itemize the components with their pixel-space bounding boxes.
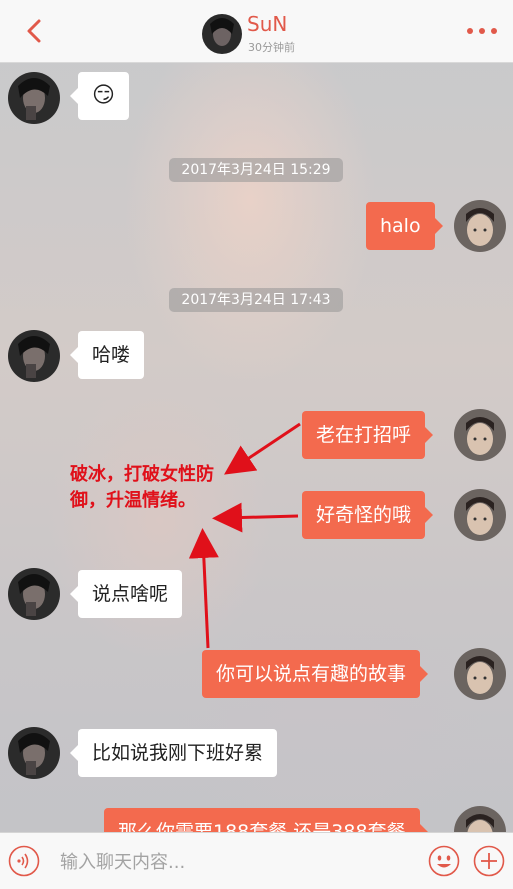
- contact-avatar[interactable]: [8, 727, 60, 779]
- message-bubble-outgoing[interactable]: 你可以说点有趣的故事: [202, 650, 429, 698]
- message-bubble-outgoing[interactable]: 老在打招呼: [302, 411, 434, 459]
- chat-input[interactable]: [58, 845, 422, 879]
- message-bubble-outgoing[interactable]: 好奇怪的哦: [302, 491, 434, 539]
- contact-avatar[interactable]: [8, 72, 60, 124]
- contact-avatar[interactable]: [202, 14, 242, 54]
- message-bubble-outgoing[interactable]: halo: [366, 202, 443, 250]
- message-bubble-incoming[interactable]: 说点啥呢: [69, 570, 183, 618]
- user-avatar[interactable]: [454, 489, 506, 541]
- message-bubble-incoming[interactable]: 哈喽: [69, 331, 145, 379]
- timestamp: 2017年3月24日 15:29: [169, 158, 343, 182]
- timestamp: 2017年3月24日 17:43: [169, 288, 343, 312]
- message-bubble-incoming[interactable]: 😏: [70, 72, 129, 120]
- message-bubble-incoming[interactable]: 比如说我刚下班好累: [69, 729, 278, 777]
- user-avatar[interactable]: [454, 648, 506, 700]
- user-avatar[interactable]: [454, 200, 506, 252]
- plus-icon[interactable]: [473, 845, 505, 877]
- more-dots-icon[interactable]: [465, 25, 499, 37]
- contact-avatar[interactable]: [8, 330, 60, 382]
- red-annotation-text: 破冰，打破女性防御，升温情绪。: [70, 464, 214, 511]
- contact-avatar[interactable]: [8, 568, 60, 620]
- user-avatar[interactable]: [454, 409, 506, 461]
- message-input-bar: [0, 832, 513, 889]
- voice-icon[interactable]: [8, 845, 40, 877]
- contact-name: SuN: [247, 12, 288, 36]
- emoji-icon[interactable]: [428, 845, 460, 877]
- chevron-left-icon[interactable]: [20, 16, 50, 46]
- last-seen-status: 30分钟前: [248, 41, 295, 54]
- chat-header: SuN 30分钟前: [0, 0, 513, 63]
